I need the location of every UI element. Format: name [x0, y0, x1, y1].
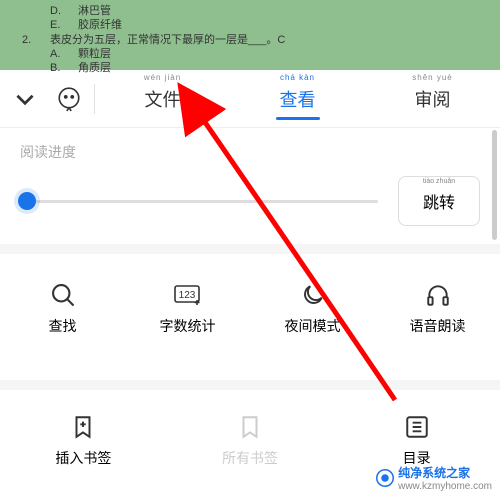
tool-voice-read[interactable]: 语音朗读 [375, 266, 500, 350]
tab-label: 审阅 [415, 90, 451, 110]
tool-find[interactable]: 查找 [0, 266, 125, 350]
bookmark-add-icon [68, 412, 98, 442]
slider-thumb[interactable] [18, 192, 36, 210]
jump-label: 跳转 [423, 195, 455, 212]
section-separator [0, 244, 500, 254]
tools-grid-1: 查找 123 字数统计 夜间模式 语音朗读 [0, 254, 500, 362]
tool-insert-bookmark[interactable]: 插入书签 [0, 398, 167, 482]
watermark: 纯净系统之家 www.kzmyhome.com [376, 464, 492, 492]
section-separator [0, 380, 500, 390]
top-tabbar: wén jiàn 文件 chá kàn 查看 shěn yuè 审阅 [0, 70, 500, 128]
tab-label: 查看 [280, 90, 316, 110]
tool-night-mode[interactable]: 夜间模式 [250, 266, 375, 350]
tab-label: 文件 [145, 90, 181, 110]
word-count-icon: 123 [173, 280, 203, 310]
jump-button[interactable]: tiào zhuǎn 跳转 [398, 176, 480, 226]
tool-word-count[interactable]: 123 字数统计 [125, 266, 250, 350]
bookmark-icon [235, 412, 265, 442]
avatar-icon[interactable] [56, 86, 82, 112]
svg-text:123: 123 [178, 290, 195, 301]
progress-slider[interactable] [20, 176, 378, 226]
chevron-down-icon[interactable] [12, 86, 38, 112]
search-icon [48, 280, 78, 310]
scrollbar[interactable] [492, 130, 497, 240]
tab-view[interactable]: chá kàn 查看 [280, 72, 316, 126]
headphones-icon [423, 280, 453, 310]
tab-review[interactable]: shěn yuè 审阅 [415, 72, 451, 126]
progress-section: 阅读进度 tiào zhuǎn 跳转 [0, 128, 500, 226]
progress-label: 阅读进度 [20, 142, 480, 162]
tool-all-bookmarks[interactable]: 所有书签 [167, 398, 334, 482]
tab-file[interactable]: wén jiàn 文件 [145, 72, 181, 126]
document-preview: D.淋巴管 E.胶原纤维 2.表皮分为五层，正常情况下最厚的一层是___。C A… [0, 0, 500, 70]
list-icon [402, 412, 432, 442]
moon-icon [298, 280, 328, 310]
logo-icon [376, 469, 394, 487]
